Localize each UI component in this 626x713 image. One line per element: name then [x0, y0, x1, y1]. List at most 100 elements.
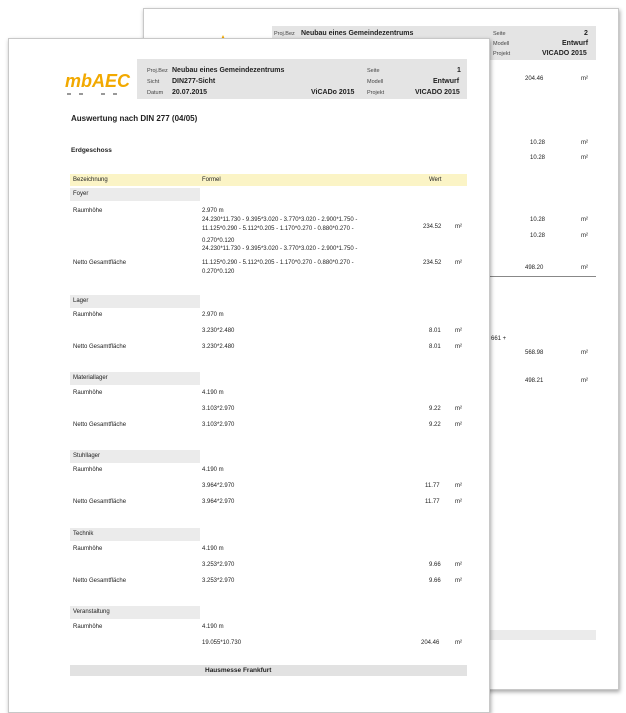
sicht-value: DIN277-Sicht: [172, 78, 216, 85]
area-value: 8.01: [429, 328, 441, 334]
room-name: Stuhllager: [73, 453, 101, 459]
formula-line: 24.230*11.730 - 9.395*3.020 - 3.770*3.02…: [202, 246, 358, 252]
projekt-value: VICADO 2015: [415, 89, 460, 96]
netto-label: Netto Gesamtfläche: [73, 422, 127, 428]
netto-unit: m²: [455, 578, 462, 584]
area-unit: m²: [455, 328, 462, 334]
formula-line: 3.964*2.970: [202, 483, 235, 489]
room-header-lager: [70, 295, 200, 308]
col-wert: Wert: [429, 177, 442, 183]
back-sum-rule: [489, 276, 596, 277]
area-value: 234.52: [423, 224, 442, 230]
formula-line: 0.270*0.120: [202, 269, 235, 275]
seite-value: 1: [457, 67, 461, 74]
datum-label: Datum: [147, 90, 164, 96]
raumhoehe-value: 4.190 m: [202, 624, 224, 630]
raumhoehe-label: Raumhöhe: [73, 208, 103, 214]
back-projekt-label: Projekt: [493, 51, 511, 57]
back-unit: m²: [581, 233, 588, 239]
formula-line: 3.103*2.970: [202, 422, 235, 428]
back-unit: m²: [581, 378, 588, 384]
netto-label: Netto Gesamtfläche: [73, 344, 127, 350]
area-unit: m²: [455, 562, 462, 568]
proj-label: Proj.Bez: [147, 68, 168, 74]
room-name: Materiallager: [73, 375, 108, 381]
footer-text: Hausmesse Frankfurt: [205, 667, 272, 674]
room-name: Veranstaltung: [73, 609, 110, 615]
modell-value: Entwurf: [433, 78, 460, 85]
formula-line: 11.125*0.290 - 5.112*0.205 - 1.170*0.270…: [202, 226, 354, 232]
back-projekt-value: VICADO 2015: [542, 50, 587, 57]
back-footer-bar: [490, 630, 596, 640]
projekt-label: Projekt: [367, 90, 385, 96]
netto-unit: m²: [455, 344, 462, 350]
raumhoehe-label: Raumhöhe: [73, 390, 103, 396]
netto-value: 9.66: [429, 578, 441, 584]
area-value: 11.77: [425, 483, 440, 489]
front-page: mbAEC Proj.Bez Neubau eines Gemeindezent…: [8, 38, 490, 713]
datum-value: 20.07.2015: [172, 89, 208, 96]
back-modell-label: Modell: [493, 41, 510, 47]
back-value: 568.98: [525, 350, 544, 356]
raumhoehe-label: Raumhöhe: [73, 312, 103, 318]
report-title: Auswertung nach DIN 277 (04/05): [71, 114, 198, 123]
formula-line: 24.230*11.730 - 9.395*3.020 - 3.770*3.02…: [202, 217, 358, 223]
formula-line: 3.253*2.970: [202, 562, 235, 568]
formula-line: 11.125*0.290 - 5.112*0.205 - 1.170*0.270…: [202, 260, 354, 266]
back-proj-label: Proj.Bez: [274, 31, 295, 37]
netto-label: Netto Gesamtfläche: [73, 499, 127, 505]
netto-unit: m²: [455, 499, 462, 505]
seite-label: Seite: [367, 68, 380, 74]
netto-unit: m²: [455, 260, 462, 266]
back-seite-value: 2: [584, 30, 588, 37]
raumhoehe-value: 2.970 m: [202, 208, 224, 214]
raumhoehe-value: 4.190 m: [202, 390, 224, 396]
area-value: 9.22: [429, 406, 441, 412]
formula-line: 3.253*2.970: [202, 578, 235, 584]
back-value: 10.28: [530, 217, 546, 223]
netto-unit: m²: [455, 422, 462, 428]
back-value: 10.28: [530, 140, 546, 146]
area-value: 204.46: [421, 640, 440, 646]
sicht-label: Sicht: [147, 79, 160, 85]
floor-heading: Erdgeschoss: [71, 147, 112, 154]
modell-label: Modell: [367, 79, 384, 85]
back-seite-label: Seite: [493, 31, 506, 37]
netto-value: 8.01: [429, 344, 441, 350]
netto-label: Netto Gesamtfläche: [73, 260, 127, 266]
formula-line: 3.964*2.970: [202, 499, 235, 505]
company-logo: mbAEC: [65, 67, 133, 101]
back-unit: m²: [581, 155, 588, 161]
area-unit: m²: [455, 640, 462, 646]
back-unit: m²: [581, 217, 588, 223]
raumhoehe-label: Raumhöhe: [73, 467, 103, 473]
area-unit: m²: [455, 406, 462, 412]
formula-line: 3.230*2.480: [202, 328, 235, 334]
formula-line: 3.103*2.970: [202, 406, 235, 412]
netto-value: 234.52: [423, 260, 442, 266]
back-value: 498.20: [525, 265, 544, 271]
back-unit: m²: [581, 350, 588, 356]
raumhoehe-label: Raumhöhe: [73, 624, 103, 630]
raumhoehe-value: 4.190 m: [202, 546, 224, 552]
back-value: 10.28: [530, 233, 546, 239]
netto-value: 11.77: [425, 499, 440, 505]
area-value: 9.66: [429, 562, 441, 568]
netto-label: Netto Gesamtfläche: [73, 578, 127, 584]
column-header-bar: [70, 174, 467, 186]
formula-line: 3.230*2.480: [202, 344, 235, 350]
room-name: Lager: [73, 298, 89, 304]
back-value: 498.21: [525, 378, 544, 384]
formula-line: 0.270*0.120: [202, 238, 235, 244]
raumhoehe-value: 2.970 m: [202, 312, 224, 318]
raumhoehe-label: Raumhöhe: [73, 546, 103, 552]
software-label: ViCADo 2015: [311, 89, 355, 96]
room-name: Technik: [73, 531, 94, 537]
back-unit: m²: [581, 140, 588, 146]
back-value: 204.46: [525, 76, 544, 82]
back-value: 10.28: [530, 155, 546, 161]
mbaec-logo-icon: mbAEC: [65, 71, 131, 95]
formula-line: 19.055*10.730: [202, 640, 242, 646]
back-proj-value: Neubau eines Gemeindezentrums: [301, 30, 414, 37]
room-name: Foyer: [73, 191, 89, 197]
